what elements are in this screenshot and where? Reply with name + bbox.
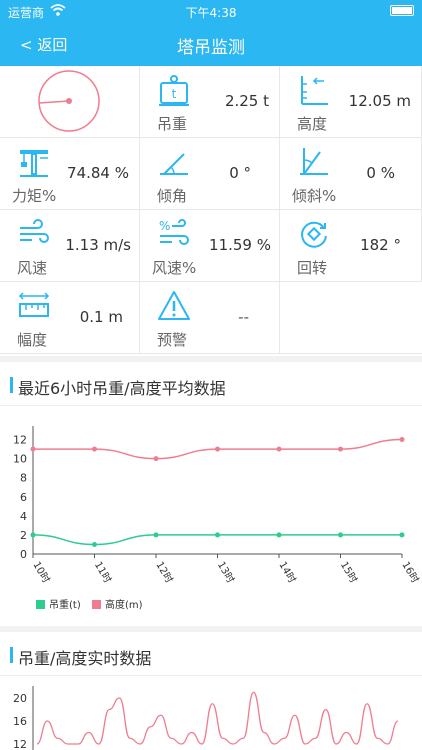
metric-value: 1.13 m/s [65,236,131,254]
slewing-dial-cell [0,66,140,138]
x-tick-label: 11时 [92,560,114,586]
x-tick-label: 12时 [153,560,175,586]
section-header: 最近6小时吊重/高度平均数据 [0,362,422,406]
y-tick-label: 4 [20,510,27,523]
y-tick-label: 16 [13,715,27,728]
wind-icon [20,219,49,243]
metric-label: 幅度 [17,331,48,349]
data-point [276,446,282,452]
metric-angle: 倾角 0 ° [140,138,280,210]
y-tick-label: 2 [20,529,27,542]
legend-label: 高度(m) [105,598,143,611]
rotate-icon [301,221,327,248]
warning-icon [158,291,190,320]
slewing-dial-icon [38,70,100,132]
series-line [36,691,399,745]
avg-line-chart: 0 2 4 6 8 10 12 10时 11时 12时 13时 14时 15时 16时吊重(t) 高度(m) [13,426,421,611]
svg-text:%: % [159,219,170,233]
empty-cell [280,282,422,354]
data-point [276,532,282,538]
metric-value: 12.05 m [348,92,411,110]
metric-value: 0 ° [229,164,251,182]
metric-weight: t 吊重 2.25 t [140,66,280,138]
section-accent-bar [10,377,13,393]
y-tick-label: 0 [20,548,27,561]
metric-label: 预警 [157,331,188,349]
section-title: 最近6小时吊重/高度平均数据 [18,379,226,398]
metric-value: 182 ° [360,236,401,254]
metric-height: 高度 12.05 m [280,66,422,138]
metric-value: 74.84 % [67,164,129,182]
metric-wind: 风速 1.13 m/s [0,210,140,282]
metric-label: 倾斜% [292,187,337,205]
avg-chart-section: 最近6小时吊重/高度平均数据 0 2 4 6 8 10 12 10时 11时 12时 13时 14时 1… [0,362,422,626]
metric-tilt: 倾斜% 0 % [280,138,422,210]
legend-swatch [92,600,101,609]
data-point [215,446,220,452]
data-point [153,532,159,538]
svg-text:t: t [172,87,177,101]
data-point [215,532,220,538]
metric-label: 吊重 [157,115,188,133]
x-tick-label: 13时 [215,560,237,586]
metric-value: 0 % [366,164,395,182]
x-tick-label: 15时 [338,560,360,586]
wind-percent-icon: % [159,219,189,245]
y-tick-label: 8 [20,472,27,485]
x-tick-label: 16时 [399,560,421,586]
metric-amplitude: 幅度 0.1 m [0,282,140,354]
legend-label: 吊重(t) [49,598,81,611]
y-tick-label: 6 [20,491,27,504]
section-header: 吊重/高度实时数据 [0,632,422,676]
section-accent-bar [10,647,13,663]
data-point [92,446,97,452]
metric-value: -- [238,308,249,326]
tilt-icon [300,148,328,175]
legend-swatch [36,600,45,609]
metric-rotate: 回转 182 ° [280,210,422,282]
metric-value: 2.25 t [224,92,269,110]
metric-value: 0.1 m [79,308,123,326]
y-tick-label: 20 [13,692,27,705]
data-point [153,456,159,462]
ruler-icon [18,292,50,317]
metric-moment: 力矩% 74.84 % [0,138,140,210]
realtime-line-chart: 12 16 20 [13,686,399,750]
status-bar: 运营商 下午4:38 [0,0,422,22]
data-point [338,532,343,538]
status-time: 下午4:38 [185,6,237,20]
data-point [399,437,405,443]
page-title: 塔吊监测 [177,38,245,58]
y-tick-label: 12 [13,738,27,750]
metric-label: 风速 [17,259,48,277]
height-icon [301,76,328,105]
x-tick-label: 14时 [276,560,298,586]
x-tick-label: 10时 [30,560,52,586]
data-point [399,532,405,538]
data-point [338,446,343,452]
y-tick-label: 10 [13,453,27,466]
nav-bar: < 返回 塔吊监测 [0,22,422,66]
crane-moment-icon [20,150,48,177]
data-point [30,532,36,538]
data-point [92,541,97,547]
metric-label: 风速% [152,259,197,277]
realtime-chart-section: 吊重/高度实时数据 12 16 20 [0,632,422,750]
y-tick-label: 12 [13,434,27,447]
metric-label: 倾角 [157,187,188,205]
metrics-grid: t 吊重 2.25 t 高度 12.05 m 力矩% 74.84 % 倾角 0 … [0,66,422,356]
metric-label: 力矩% [12,187,57,205]
data-point [30,446,36,452]
section-title: 吊重/高度实时数据 [18,649,152,668]
metric-wind-percent: % 风速% 11.59 % [140,210,280,282]
metric-label: 回转 [297,259,328,277]
angle-icon [160,153,188,175]
metric-warning: 预警 -- [140,282,280,354]
metric-value: 11.59 % [209,236,271,254]
metric-label: 高度 [297,115,328,133]
battery-icon [390,5,414,16]
weight-icon: t [159,75,189,106]
